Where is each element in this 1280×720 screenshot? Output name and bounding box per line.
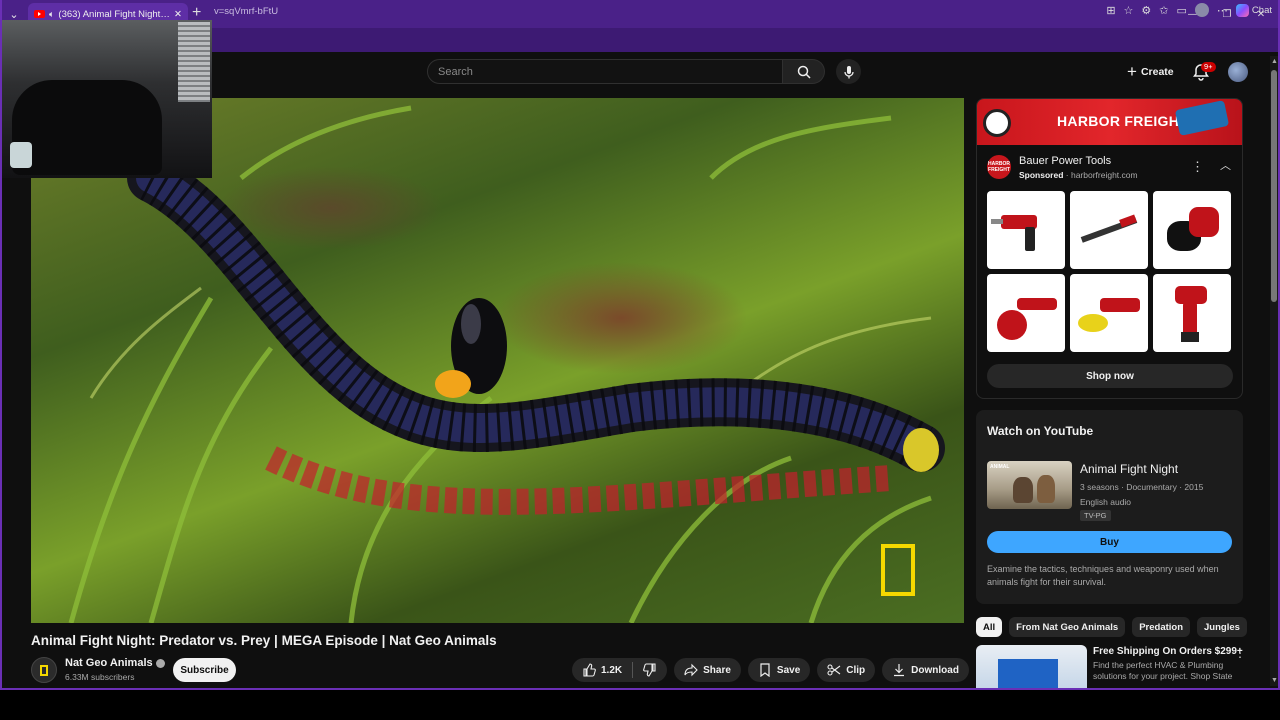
search-icon xyxy=(797,65,811,79)
notification-badge: 9+ xyxy=(1201,62,1216,72)
share-button[interactable]: Share xyxy=(674,658,741,682)
thumbs-down-icon xyxy=(643,663,656,677)
hvac-unit-icon xyxy=(998,659,1058,688)
product-buffer[interactable] xyxy=(1070,274,1148,352)
drill-icon xyxy=(1174,100,1230,136)
filter-chips: All From Nat Geo Animals Predation Jungl… xyxy=(976,617,1247,637)
lion-figure xyxy=(1037,475,1055,503)
search-button[interactable] xyxy=(783,59,825,84)
scrollbar-thumb[interactable] xyxy=(1271,70,1277,302)
create-button[interactable]: + Create xyxy=(1119,60,1182,84)
harbor-freight-logo-icon xyxy=(983,109,1011,137)
product-screwdriver[interactable] xyxy=(1153,274,1231,352)
toolbar-icons: ⊞ ☆ ⚙ ✩ ▭ ⋯ Chat xyxy=(1106,3,1272,17)
bookmark-icon xyxy=(760,663,770,677)
product-heat-gun[interactable] xyxy=(1070,191,1148,269)
subscriber-count: 6.33M subscribers xyxy=(65,672,135,682)
video-actions: 1.2K Share Save Clip Download ⋯ xyxy=(572,658,1000,682)
cup xyxy=(10,142,32,168)
advertiser-icon[interactable]: HARBOR FREIGHT xyxy=(987,155,1011,179)
scroll-up-arrow-icon[interactable]: ▲ xyxy=(1271,58,1278,65)
chair-silhouette xyxy=(12,80,162,175)
webcam-overlay xyxy=(2,20,212,178)
product-orbital-sander[interactable] xyxy=(1153,191,1231,269)
clip-button[interactable]: Clip xyxy=(817,658,876,682)
tab-title: (363) Animal Fight Night: Pre xyxy=(58,8,171,20)
verified-check-icon xyxy=(155,658,165,668)
plus-icon: + xyxy=(1127,62,1137,81)
national-geographic-logo xyxy=(881,544,915,596)
copilot-icon xyxy=(1235,3,1249,17)
window-blind xyxy=(178,22,210,102)
nat-geo-logo-icon xyxy=(40,664,48,676)
shipping-ad-title[interactable]: Free Shipping On Orders $299+ xyxy=(1093,646,1243,657)
channel-avatar[interactable] xyxy=(31,657,57,683)
sidebar-toggle-icon[interactable]: ▭ xyxy=(1177,4,1187,17)
scissors-icon xyxy=(827,664,841,676)
watch-heading: Watch on YouTube xyxy=(987,424,1094,438)
ad-banner[interactable]: HARBOR FREIGHT xyxy=(977,99,1242,145)
url-field[interactable]: v=sqVmrf-bFtU xyxy=(214,6,278,17)
download-button[interactable]: Download xyxy=(882,658,969,682)
content-rating-badge: TV-PG xyxy=(1080,510,1111,521)
voice-search-button[interactable] xyxy=(836,59,861,84)
collapse-chevron-icon[interactable]: ︿ xyxy=(1220,157,1231,173)
microphone-icon xyxy=(843,65,854,78)
download-icon xyxy=(894,664,905,677)
video-title: Animal Fight Night: Predator vs. Prey | … xyxy=(31,633,497,648)
extensions-icon[interactable]: ⚙ xyxy=(1141,4,1151,17)
sponsored-label: Sponsored · harborfreight.com xyxy=(1019,170,1138,180)
shipping-ad-menu-icon[interactable]: ⋮ xyxy=(1234,646,1246,660)
shipping-ad-description: Find the perfect HVAC & Plumbing solutio… xyxy=(1093,660,1233,681)
channel-name-link[interactable]: Nat Geo Animals xyxy=(65,657,165,669)
scroll-down-arrow-icon[interactable]: ▼ xyxy=(1271,677,1278,684)
shop-now-button[interactable]: Shop now xyxy=(987,364,1233,388)
dislike-button[interactable] xyxy=(633,658,667,682)
profile-avatar[interactable] xyxy=(1194,3,1209,17)
like-dislike-group: 1.2K xyxy=(572,658,668,682)
youtube-favicon-icon xyxy=(34,10,45,18)
chip-predation[interactable]: Predation xyxy=(1132,617,1191,637)
product-grid xyxy=(987,191,1231,352)
save-button[interactable]: Save xyxy=(747,658,811,682)
browser-window: ⌄ 🔈︎ (363) Animal Fight Night: Pre ✕ + —… xyxy=(0,0,1280,690)
show-title[interactable]: Animal Fight Night xyxy=(1080,462,1178,476)
product-polisher[interactable] xyxy=(987,274,1065,352)
account-avatar[interactable] xyxy=(1228,62,1248,82)
chip-jungles[interactable]: Jungles xyxy=(1197,617,1247,637)
search-input[interactable]: Search xyxy=(427,59,783,84)
subscribe-button[interactable]: Subscribe xyxy=(173,658,236,682)
show-description: Examine the tactics, techniques and weap… xyxy=(987,564,1219,587)
bear-figure xyxy=(1013,477,1033,503)
speaker-icon[interactable]: 🔈︎ xyxy=(49,9,54,20)
show-audio: English audio xyxy=(1080,497,1132,507)
page-scrollbar[interactable]: ▲ ▼ xyxy=(1270,56,1278,686)
copilot-chat-button[interactable]: Chat xyxy=(1235,3,1272,17)
share-arrow-icon xyxy=(684,663,698,677)
buy-button[interactable]: Buy xyxy=(987,531,1232,553)
chip-all[interactable]: All xyxy=(976,617,1003,637)
thumbs-up-icon xyxy=(583,663,596,677)
more-menu-icon[interactable]: ⋯ xyxy=(1217,4,1228,17)
watch-on-youtube-panel: Watch on YouTube ANIMAL Animal Fight Nig… xyxy=(976,410,1243,604)
show-meta: 3 seasons · Documentary · 2015 xyxy=(1080,482,1204,492)
close-tab-icon[interactable]: ✕ xyxy=(174,9,182,20)
product-hammer-drill[interactable] xyxy=(987,191,1065,269)
sponsored-ad-card: HARBOR FREIGHT HARBOR FREIGHT Bauer Powe… xyxy=(976,98,1243,399)
favorite-star-icon[interactable]: ☆ xyxy=(1124,4,1134,17)
ad-banner-text: HARBOR FREIGHT xyxy=(1057,113,1188,129)
collections-icon[interactable]: ✩ xyxy=(1159,4,1168,17)
ad-menu-icon[interactable]: ⋮ xyxy=(1191,159,1204,175)
app-available-icon[interactable]: ⊞ xyxy=(1106,4,1115,17)
chip-from-channel[interactable]: From Nat Geo Animals xyxy=(1009,617,1126,637)
advertiser-name[interactable]: Bauer Power Tools xyxy=(1019,155,1111,167)
shipping-ad-thumbnail[interactable] xyxy=(976,645,1087,688)
like-button[interactable]: 1.2K xyxy=(572,658,632,682)
show-thumbnail[interactable]: ANIMAL xyxy=(987,461,1072,509)
